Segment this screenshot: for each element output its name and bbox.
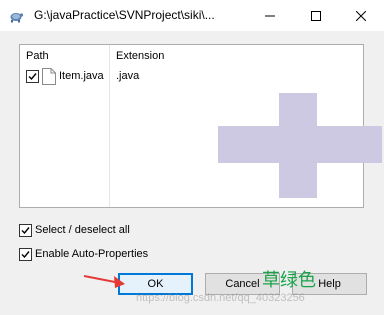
row-checkbox[interactable] <box>26 70 39 83</box>
close-icon <box>356 10 366 21</box>
select-all-label[interactable]: Select / deselect all <box>35 224 130 236</box>
auto-properties-checkbox[interactable] <box>19 248 32 261</box>
maximize-icon <box>311 10 321 21</box>
window-title: G:\javaPractice\SVNProject\siki\... <box>34 8 215 22</box>
maximize-button[interactable] <box>293 0 339 31</box>
annotation-label: 草绿色 <box>262 270 316 291</box>
checkmark-icon <box>21 251 30 259</box>
select-all-checkbox[interactable] <box>19 224 32 237</box>
close-button[interactable] <box>338 0 384 31</box>
column-divider[interactable] <box>109 45 110 207</box>
minimize-button[interactable] <box>247 0 293 31</box>
file-extension: .java <box>116 70 140 82</box>
column-header-extension[interactable]: Extension <box>110 45 363 67</box>
column-header-path[interactable]: Path <box>20 45 110 67</box>
checkmark-icon <box>28 73 37 81</box>
minimize-icon <box>265 15 275 16</box>
watermark-url: https://blog.csdn.net/qq_40323256 <box>136 292 305 304</box>
added-plus-icon-bar <box>218 126 382 163</box>
title-bar: G:\javaPractice\SVNProject\siki\... <box>0 0 384 31</box>
auto-properties-label[interactable]: Enable Auto-Properties <box>35 248 148 260</box>
red-arrow-annotation <box>84 275 125 288</box>
checkmark-icon <box>21 227 30 235</box>
file-path[interactable]: Item.java <box>59 70 104 82</box>
tortoise-svn-icon <box>10 13 24 23</box>
file-icon <box>42 68 56 85</box>
